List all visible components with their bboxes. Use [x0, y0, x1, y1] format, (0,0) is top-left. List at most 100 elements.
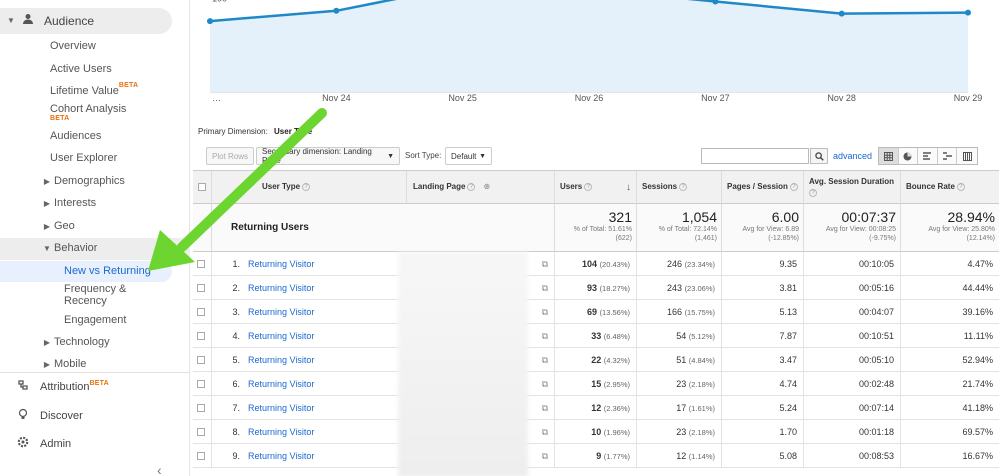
nav-discover[interactable]: Discover: [0, 408, 190, 423]
open-external-icon[interactable]: ⧉: [542, 252, 548, 276]
pages-session-cell: 5.24: [722, 396, 804, 420]
users-cell: 69 (13.56%): [555, 300, 637, 324]
bounce-rate-cell: 4.47%: [967, 259, 993, 269]
row-checkbox[interactable]: [197, 428, 205, 436]
remove-dimension-icon[interactable]: ⊗: [483, 182, 490, 191]
row-checkbox[interactable]: [197, 332, 205, 340]
collapse-sidebar-icon[interactable]: ‹: [157, 462, 162, 476]
row-checkbox[interactable]: [197, 452, 205, 460]
totals-checkbox-cell: [193, 204, 212, 252]
pages-session-cell: 3.81: [722, 276, 804, 300]
nav-attribution[interactable]: Attribution BETA: [0, 379, 190, 394]
nav-frequency-recency[interactable]: Frequency & Recency: [0, 283, 130, 307]
help-icon[interactable]: ?: [679, 182, 688, 191]
x-tick-label: Nov 29: [953, 93, 983, 103]
pie-view-icon[interactable]: [899, 148, 919, 164]
avg-duration-cell: 00:02:48: [804, 372, 901, 396]
nav-user-explorer[interactable]: User Explorer: [0, 152, 190, 164]
sidebar: ▼ Audience Overview Active Users Lifetim…: [0, 0, 190, 476]
nav-overview[interactable]: Overview: [0, 40, 190, 52]
search-icon[interactable]: [810, 148, 828, 164]
select-all-checkbox[interactable]: [198, 183, 206, 191]
table-search-input[interactable]: [701, 148, 809, 164]
row-index: 7.: [232, 403, 240, 413]
open-external-icon[interactable]: ⧉: [542, 276, 548, 300]
help-icon[interactable]: ?: [956, 182, 965, 191]
header-bounce-rate[interactable]: Bounce Rate?: [901, 171, 999, 204]
help-icon[interactable]: ?: [809, 188, 817, 197]
plot-rows-button[interactable]: Plot Rows: [206, 147, 255, 165]
performance-view-icon[interactable]: [918, 148, 938, 164]
row-checkbox[interactable]: [197, 308, 205, 316]
help-icon[interactable]: ?: [789, 182, 798, 191]
nav-behavior[interactable]: ▼ Behavior: [0, 242, 190, 254]
pivot-view-icon[interactable]: [957, 148, 977, 164]
table-view-icon[interactable]: [879, 148, 899, 164]
sessions-cell: 54 (5.12%): [637, 324, 722, 348]
help-icon[interactable]: ?: [584, 182, 593, 191]
nav-admin[interactable]: Admin: [0, 436, 190, 451]
nav-audience[interactable]: ▼ Audience: [0, 13, 190, 28]
nav-geo[interactable]: ▶ Geo: [0, 220, 190, 232]
user-type-link[interactable]: Returning Visitor: [248, 403, 314, 413]
secondary-dimension-dropdown[interactable]: Secondary dimension: Landing Page ▼: [256, 147, 400, 165]
nav-demographics[interactable]: ▶ Demographics: [0, 175, 190, 187]
row-index: 9.: [232, 451, 240, 461]
nav-lifetime-value[interactable]: Lifetime Value BETA: [0, 82, 190, 97]
row-checkbox[interactable]: [197, 380, 205, 388]
redacted-landing-pages: [398, 252, 528, 476]
row-checkbox[interactable]: [197, 260, 205, 268]
user-type-link[interactable]: Returning Visitor: [248, 283, 314, 293]
primary-dimension-value[interactable]: User Type: [274, 127, 312, 136]
nav-active-users[interactable]: Active Users: [0, 63, 190, 75]
open-external-icon[interactable]: ⧉: [542, 300, 548, 324]
user-type-link[interactable]: Returning Visitor: [248, 355, 314, 365]
nav-engagement[interactable]: Engagement: [0, 314, 190, 326]
user-type-link[interactable]: Returning Visitor: [248, 307, 314, 317]
help-icon[interactable]: ?: [467, 182, 476, 191]
row-checkbox[interactable]: [197, 284, 205, 292]
row-checkbox[interactable]: [197, 404, 205, 412]
user-type-link[interactable]: Returning Visitor: [248, 331, 314, 341]
open-external-icon[interactable]: ⧉: [542, 324, 548, 348]
open-external-icon[interactable]: ⧉: [542, 348, 548, 372]
x-tick-label: Nov 25: [448, 93, 477, 103]
user-type-link[interactable]: Returning Visitor: [248, 427, 314, 437]
header-sessions[interactable]: Sessions?: [637, 171, 722, 204]
comparison-view-icon[interactable]: [938, 148, 958, 164]
nav-cohort-analysis[interactable]: Cohort Analysis BETA: [0, 103, 190, 122]
nav-technology[interactable]: ▶ Technology: [0, 336, 190, 348]
user-type-link[interactable]: Returning Visitor: [248, 259, 314, 269]
help-icon[interactable]: ?: [302, 182, 311, 191]
open-external-icon[interactable]: ⧉: [542, 396, 548, 420]
user-type-link[interactable]: Returning Visitor: [248, 451, 314, 461]
open-external-icon[interactable]: ⧉: [542, 420, 548, 444]
nav-interests[interactable]: ▶ Interests: [0, 197, 190, 209]
data-point[interactable]: [838, 10, 845, 17]
advanced-link[interactable]: advanced: [833, 151, 872, 161]
header-user-type[interactable]: User Type?: [212, 171, 407, 204]
nav-audiences[interactable]: Audiences: [0, 130, 190, 142]
open-external-icon[interactable]: ⧉: [542, 444, 548, 468]
beta-badge: BETA: [50, 115, 70, 122]
row-checkbox-cell: [193, 276, 212, 300]
nav-mobile[interactable]: ▶ Mobile: [0, 358, 190, 370]
header-users[interactable]: Users? ↓: [555, 171, 637, 204]
data-point[interactable]: [207, 18, 213, 25]
sort-type-dropdown[interactable]: Default ▼: [445, 147, 492, 165]
pages-session-cell: 4.74: [722, 372, 804, 396]
users-cell: 10 (1.96%): [555, 420, 637, 444]
data-point[interactable]: [965, 9, 971, 16]
data-point[interactable]: [333, 7, 340, 14]
lightbulb-icon: [17, 408, 29, 423]
header-pages-session[interactable]: Pages / Session?: [722, 171, 804, 204]
open-external-icon[interactable]: ⧉: [542, 372, 548, 396]
row-checkbox-cell: [193, 348, 212, 372]
row-checkbox[interactable]: [197, 356, 205, 364]
nav-new-vs-returning[interactable]: New vs Returning: [0, 265, 190, 277]
user-type-link[interactable]: Returning Visitor: [248, 379, 314, 389]
header-landing-page[interactable]: Landing Page? ⊗: [407, 171, 555, 204]
sort-desc-icon[interactable]: ↓: [626, 182, 631, 193]
header-avg-session-duration[interactable]: Avg. Session Duration?: [804, 171, 901, 204]
bounce-rate-cell: 39.16%: [962, 307, 993, 317]
